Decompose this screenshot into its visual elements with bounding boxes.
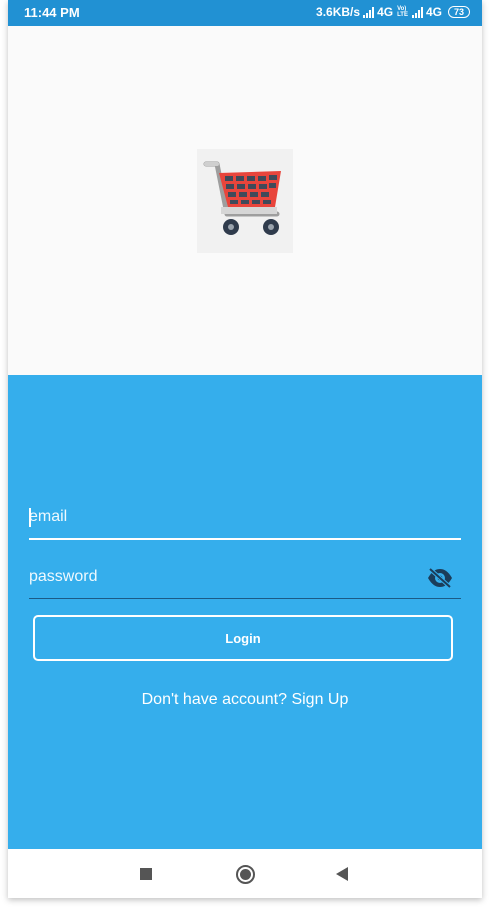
login-panel: Login Don't have account? Sign Up [8, 375, 482, 849]
battery-icon: 73 [447, 6, 470, 18]
shopping-cart-icon [203, 161, 281, 235]
eye-off-icon[interactable] [427, 567, 453, 589]
password-field[interactable] [29, 560, 461, 599]
circle-icon [235, 864, 255, 884]
status-bar: 11:44 PM 3.6KB/s 4G Vo) LTE 4G 73 [8, 0, 482, 26]
volte-icon: Vo) LTE [397, 6, 408, 18]
network-type-2: 4G [425, 5, 442, 19]
email-input[interactable] [29, 508, 409, 526]
email-field[interactable] [29, 500, 461, 540]
app-screen: 11:44 PM 3.6KB/s 4G Vo) LTE 4G 73 email … [8, 0, 482, 898]
password-input[interactable] [29, 568, 409, 586]
status-time: 11:44 PM [24, 5, 80, 20]
triangle-back-icon [336, 867, 348, 881]
navigation-bar [8, 849, 482, 898]
hero-area [8, 26, 482, 375]
home-button[interactable] [233, 862, 257, 886]
square-icon [140, 868, 152, 880]
app-logo [197, 149, 293, 253]
network-speed: 3.6KB/s [316, 5, 361, 19]
signal-icon-2 [411, 6, 423, 18]
recent-apps-button[interactable] [134, 862, 158, 886]
signal-icon [363, 6, 375, 18]
signup-link[interactable]: Don't have account? Sign Up [8, 691, 482, 709]
back-button[interactable] [330, 862, 354, 886]
network-type: 4G [377, 5, 394, 19]
login-button[interactable]: Login [33, 615, 453, 661]
status-indicators: 3.6KB/s 4G Vo) LTE 4G 73 [316, 5, 470, 19]
